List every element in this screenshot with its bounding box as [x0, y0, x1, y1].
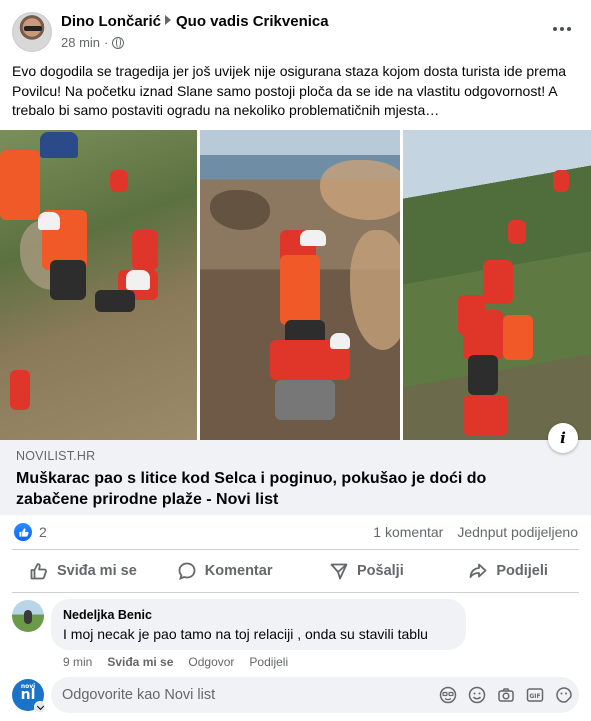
comment-meta: 9 min Sviđa mi se Odgovor Podijeli [63, 655, 288, 669]
comment-count[interactable]: 1 komentar [373, 524, 443, 540]
comment-bubble-icon [178, 562, 196, 581]
divider [12, 592, 579, 593]
link-domain: NOVILIST.HR [16, 449, 96, 463]
gif-icon[interactable]: GIF [525, 685, 545, 705]
comment-button[interactable]: Komentar [154, 553, 296, 589]
comment-share-link[interactable]: Podijeli [249, 655, 288, 669]
send-button[interactable]: Pošalji [296, 553, 438, 589]
reaction-count: 2 [39, 524, 47, 540]
post-stats: 1 komentar Jednput podijeljeno [373, 524, 578, 540]
photo-1[interactable] [0, 130, 197, 440]
group-name[interactable]: Quo vadis Crikvenica [176, 13, 329, 30]
comment-time[interactable]: 9 min [63, 655, 92, 669]
post-actions: Sviđa mi se Komentar Pošalji Podijeli [12, 553, 579, 589]
post-photos[interactable] [0, 130, 591, 440]
link-title[interactable]: Muškarac pao s litice kod Selca i poginu… [16, 468, 536, 510]
arrow-right-icon [165, 15, 172, 25]
share-count[interactable]: Jednput podijeljeno [457, 524, 578, 540]
camera-icon[interactable] [496, 685, 516, 705]
commenter-avatar[interactable] [12, 600, 44, 632]
like-reaction-icon [14, 523, 32, 541]
comment-like-link[interactable]: Sviđa mi se [107, 655, 173, 669]
thumbs-up-icon [30, 563, 47, 580]
info-icon: i [560, 429, 566, 447]
more-options-button[interactable] [547, 18, 577, 40]
post-meta: 28 min · [61, 35, 125, 50]
chevron-down-icon[interactable] [34, 701, 46, 713]
author-avatar[interactable] [12, 12, 52, 52]
post-card: Dino Lončarić Quo vadis Crikvenica 28 min… [0, 0, 591, 721]
svg-text:GIF: GIF [529, 693, 540, 700]
post-time[interactable]: 28 min [61, 35, 100, 50]
emoji-icon[interactable] [467, 685, 487, 705]
globe-icon [112, 36, 125, 49]
share-arrow-icon [469, 563, 487, 578]
send-icon [330, 563, 348, 580]
info-button[interactable]: i [548, 423, 578, 453]
reactions-summary[interactable]: 2 [14, 523, 47, 541]
sticker-icon[interactable] [554, 685, 574, 705]
post-text: Evo dogodila se tragedija jer još uvijek… [12, 63, 567, 118]
avatar-sticker-icon[interactable] [438, 685, 458, 705]
comment-text: I moj necak je pao tamo na toj relaciji … [63, 626, 428, 642]
share-button[interactable]: Podijeli [437, 553, 579, 589]
post-author-line: Dino Lončarić Quo vadis Crikvenica [61, 13, 329, 30]
like-button[interactable]: Sviđa mi se [12, 553, 154, 589]
photo-3[interactable] [400, 130, 591, 440]
three-dots-icon [553, 27, 557, 31]
commenter-name[interactable]: Nedeljka Benic [63, 608, 152, 622]
divider [12, 549, 579, 550]
comment-reply-link[interactable]: Odgovor [188, 655, 234, 669]
photo-2[interactable] [197, 130, 400, 440]
author-name[interactable]: Dino Lončarić [61, 13, 161, 30]
comment-input-tools: GIF [438, 685, 574, 705]
comment-bubble [51, 599, 466, 650]
